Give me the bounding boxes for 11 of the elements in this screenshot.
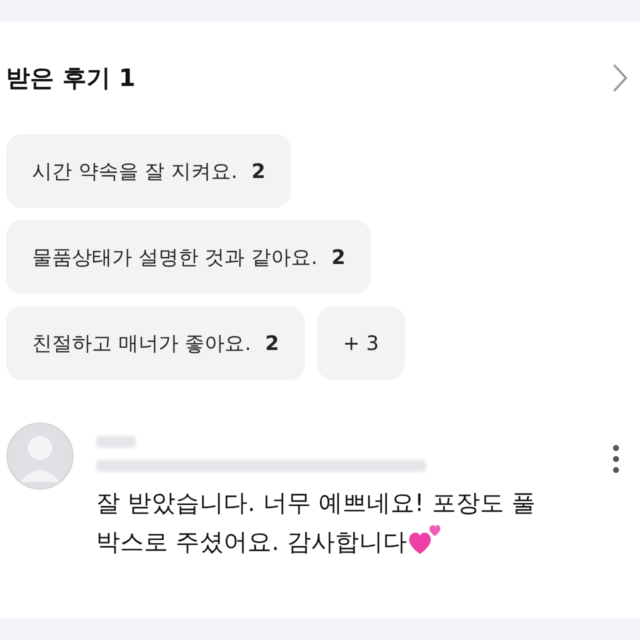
- section-title: 받은 후기 1: [6, 63, 136, 94]
- avatar-icon: [6, 422, 74, 490]
- review-tag[interactable]: 친절하고 매너가 좋아요. 2: [6, 306, 305, 380]
- blurred-name: [96, 436, 136, 448]
- hearts-icon: [406, 522, 443, 556]
- review-tag[interactable]: 물품상태가 설명한 것과 같아요. 2: [6, 220, 372, 294]
- review-tag[interactable]: 시간 약속을 잘 지켜요. 2: [6, 134, 292, 208]
- review-text: 잘 받았습니다. 너무 예쁘네요! 포장도 풀박스로 주셨어요. 감사합니다: [96, 488, 536, 558]
- more-icon[interactable]: [612, 444, 620, 474]
- chevron-right-icon[interactable]: [612, 63, 628, 93]
- review-tag[interactable]: + 3: [317, 306, 405, 380]
